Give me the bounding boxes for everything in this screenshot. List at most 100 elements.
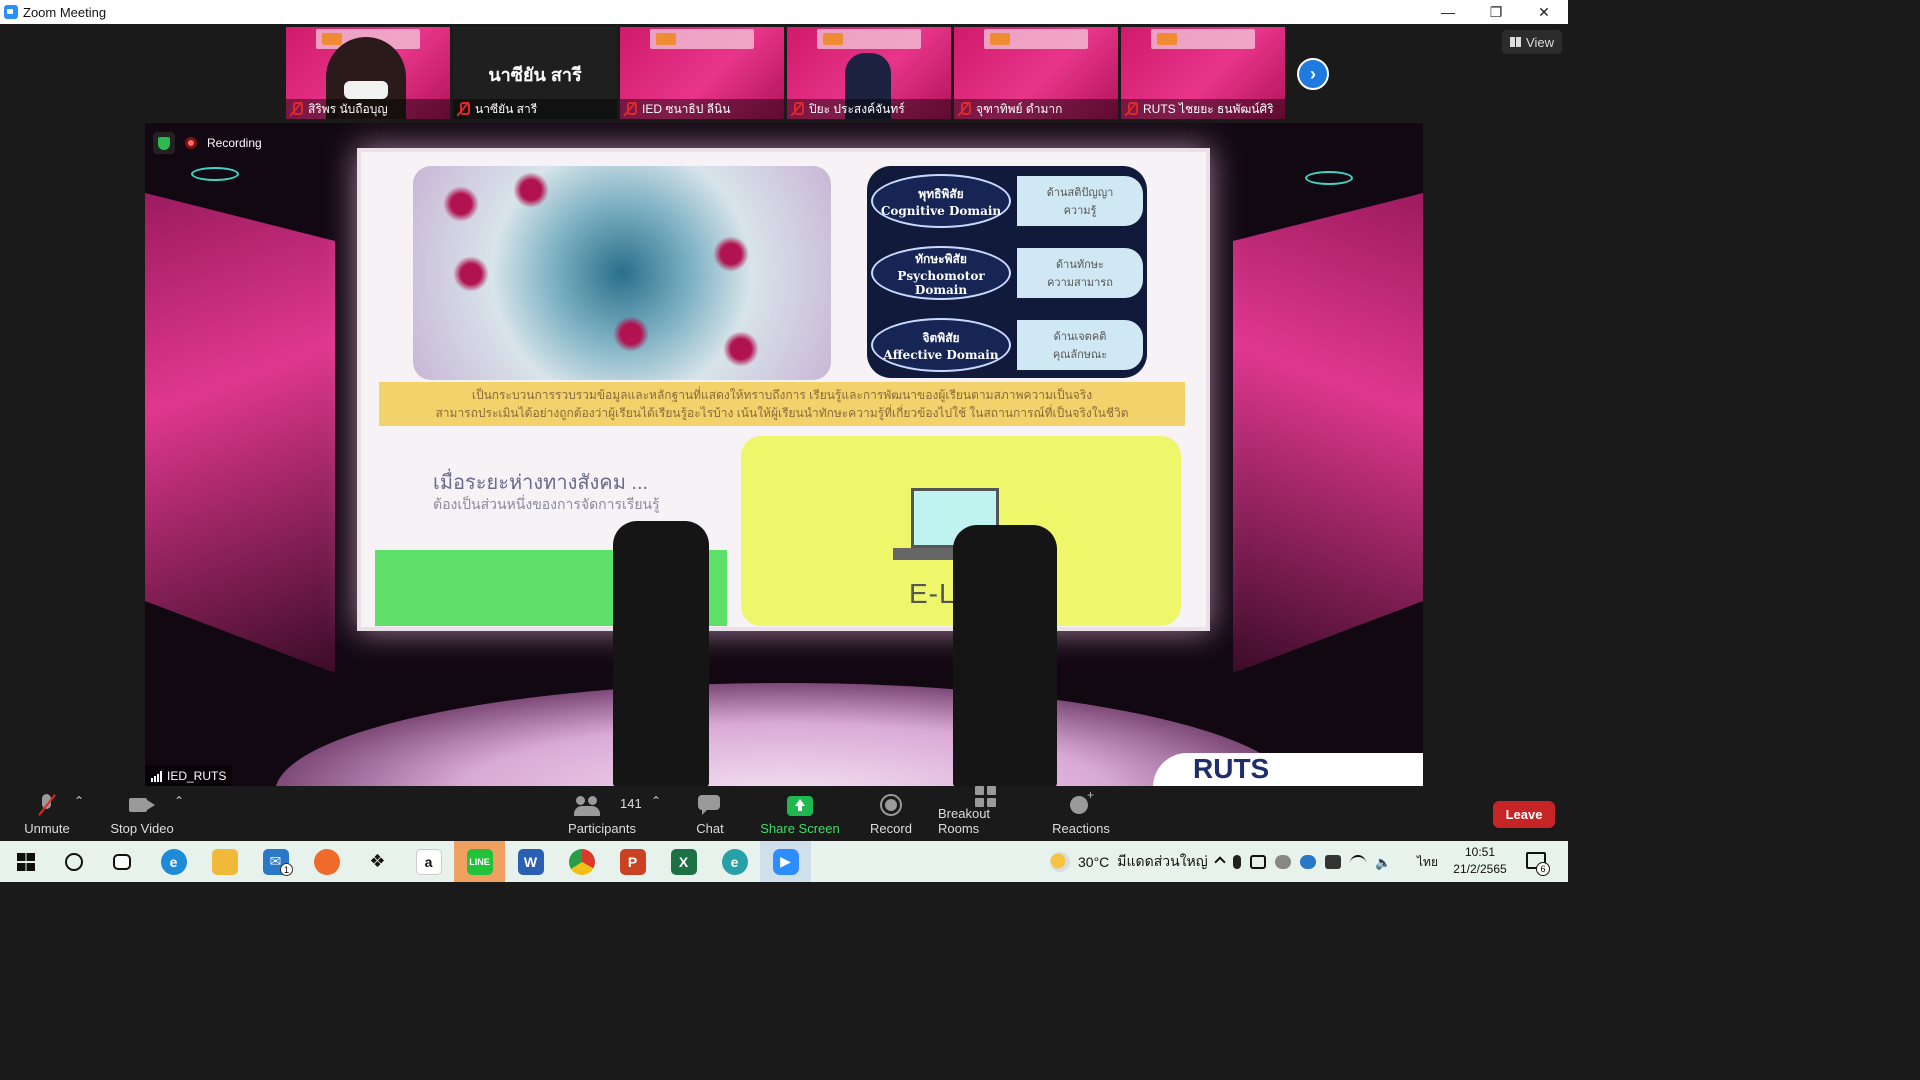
domain-oval: ทักษะพิสัย Psychomotor Domain (871, 246, 1011, 300)
muted-mic-icon (1125, 102, 1138, 116)
taskbar-zoom[interactable]: ▶ (760, 841, 811, 882)
ruts-logo: RUTS (1153, 753, 1423, 787)
microphone-icon[interactable] (1233, 854, 1241, 869)
share-screen-button[interactable]: Share Screen (760, 786, 840, 841)
minimize-button[interactable]: — (1424, 0, 1472, 24)
next-page-arrow-icon[interactable]: › (1297, 58, 1329, 90)
system-tray: 🔈 (1214, 841, 1391, 882)
excel-icon: X (670, 848, 697, 875)
video-options-chevron-icon[interactable]: ⌃ (174, 794, 184, 808)
muted-mic-icon (457, 102, 470, 116)
view-button[interactable]: View (1502, 30, 1562, 54)
taskbar-powerpoint[interactable]: P (607, 841, 658, 882)
task-view-button[interactable] (96, 841, 147, 882)
caption-line: สามารถประเมินได้อย่างถูกต้องว่าผู้เรียนไ… (435, 406, 1129, 420)
participant-tile[interactable]: RUTS ไชยยะ ธนพัฒน์ศิริ (1121, 27, 1285, 119)
domain-oval: จิตพิสัย Affective Domain (871, 318, 1011, 372)
close-button[interactable]: ✕ (1520, 0, 1568, 24)
reactions-button[interactable]: Reactions (1050, 786, 1112, 841)
stage-ring-light (1305, 171, 1353, 185)
record-button[interactable]: Record (868, 786, 914, 841)
slide-subheading: ต้องเป็นส่วนหนึ่งของการจัดการเรียนรู้ (433, 496, 660, 512)
participants-options-chevron-icon[interactable]: ⌃ (651, 794, 661, 808)
stop-video-button[interactable]: Stop Video (108, 786, 176, 841)
participant-name: นาซียัน สารี (475, 101, 538, 116)
record-icon (878, 794, 904, 816)
start-button[interactable] (0, 841, 51, 882)
speaker-name: IED_RUTS (167, 769, 227, 783)
participant-name-label: IED ซนาธิป ลีนิน (620, 99, 784, 119)
taskbar-line[interactable]: LINE (454, 841, 505, 882)
clock-date: 21/2/2565 (1453, 862, 1507, 876)
presenter-man (953, 525, 1057, 787)
show-hidden-icons-chevron-icon[interactable] (1214, 855, 1226, 868)
active-speaker-video: พุทธิพิสัย Cognitive Domain ด้านสติปัญญา… (145, 123, 1423, 787)
onedrive-icon[interactable] (1300, 854, 1316, 869)
weather-widget[interactable]: 30°C มีแดดส่วนใหญ่ (1050, 841, 1208, 882)
folder-icon (211, 848, 238, 875)
clock[interactable]: 10:51 21/2/2565 (1452, 844, 1508, 878)
domain-desc-line: ด้านเจตคติ (1053, 331, 1107, 343)
chat-label: Chat (696, 821, 724, 836)
windows-taskbar: e ✉ 1 ❖ a LINE W P X e ▶ 30°C มีแดดส่วนใ… (0, 841, 1568, 882)
domain-english: Affective Domain (883, 347, 999, 362)
participants-button[interactable]: Participants (566, 786, 638, 841)
participant-name-label: RUTS ไชยยะ ธนพัฒน์ศิริ (1121, 99, 1285, 119)
slide-caption-bar: เป็นกระบวนการรวบรวมข้อมูลและหลักฐานที่แส… (379, 382, 1185, 426)
taskbar-edge[interactable]: e (148, 841, 199, 882)
breakout-rooms-button[interactable]: Breakout Rooms (938, 786, 1034, 841)
participant-tile[interactable]: IED ซนาธิป ลีนิน (620, 27, 784, 119)
presenter-woman (613, 521, 709, 787)
stage-backdrop-right (1233, 193, 1423, 673)
encryption-shield-icon[interactable] (153, 132, 175, 154)
caption-line: เป็นกระบวนการรวบรวมข้อมูลและหลักฐานที่แส… (471, 388, 1093, 402)
taskbar-amazon[interactable]: a (403, 841, 454, 882)
zoom-window: Zoom Meeting — ❐ ✕ สิริพร นับถือบุญ นาซี… (0, 0, 1568, 882)
taskbar-dropbox[interactable]: ❖ (352, 841, 403, 882)
edge-beta-icon: e (721, 848, 748, 875)
wifi-icon[interactable] (1350, 854, 1366, 869)
virus-icon (613, 316, 649, 352)
taskbar-mail[interactable]: ✉ 1 (250, 841, 301, 882)
participant-tile[interactable]: จุฑาทิพย์ ดำมาก (954, 27, 1118, 119)
cloud-icon[interactable] (1275, 854, 1291, 869)
share-screen-icon (787, 796, 813, 816)
domain-row: ทักษะพิสัย Psychomotor Domain ด้านทักษะ … (867, 242, 1147, 304)
audio-options-chevron-icon[interactable]: ⌃ (74, 794, 84, 808)
breakout-rooms-icon (973, 786, 999, 801)
battery-icon[interactable] (1325, 854, 1341, 869)
globe-virus-image (413, 166, 831, 380)
search-button[interactable] (48, 841, 99, 882)
taskbar-word[interactable]: W (505, 841, 556, 882)
domain-row: จิตพิสัย Affective Domain ด้านเจตคติ คุณ… (867, 314, 1147, 376)
edge-icon: e (160, 848, 187, 875)
volume-icon[interactable]: 🔈 (1375, 855, 1391, 870)
taskbar-edge-beta[interactable]: e (709, 841, 760, 882)
taskbar-firefox[interactable] (301, 841, 352, 882)
chat-button[interactable]: Chat (690, 786, 730, 841)
language-indicator[interactable]: ไทย (1417, 853, 1438, 872)
domain-description: ด้านเจตคติ คุณลักษณะ (1017, 320, 1143, 370)
share-screen-label: Share Screen (760, 821, 840, 836)
restore-button[interactable]: ❐ (1472, 0, 1520, 24)
participant-tile[interactable]: ปิยะ ประสงค์จันทร์ (787, 27, 951, 119)
unmute-button[interactable]: Unmute (22, 786, 72, 841)
reactions-label: Reactions (1052, 821, 1110, 836)
meet-now-icon[interactable] (1250, 854, 1266, 869)
taskbar-excel[interactable]: X (658, 841, 709, 882)
participant-tile[interactable]: สิริพร นับถือบุญ (286, 27, 450, 119)
taskbar-file-explorer[interactable] (199, 841, 250, 882)
recording-indicator: Recording (153, 131, 262, 155)
taskbar-chrome[interactable] (556, 841, 607, 882)
participant-name-label: ปิยะ ประสงค์จันทร์ (787, 99, 951, 119)
recording-status[interactable]: Recording (185, 132, 262, 154)
word-icon: W (517, 848, 544, 875)
stage-floor (275, 683, 1295, 787)
muted-mic-icon (958, 102, 971, 116)
virus-icon (713, 236, 749, 272)
meeting-area: สิริพร นับถือบุญ นาซียัน สารี นาซียัน สา… (0, 24, 1568, 787)
participant-tile[interactable]: นาซียัน สารี นาซียัน สารี (453, 27, 617, 119)
leave-button[interactable]: Leave (1493, 801, 1555, 828)
chrome-icon (568, 848, 595, 875)
grid-icon (1510, 37, 1522, 47)
